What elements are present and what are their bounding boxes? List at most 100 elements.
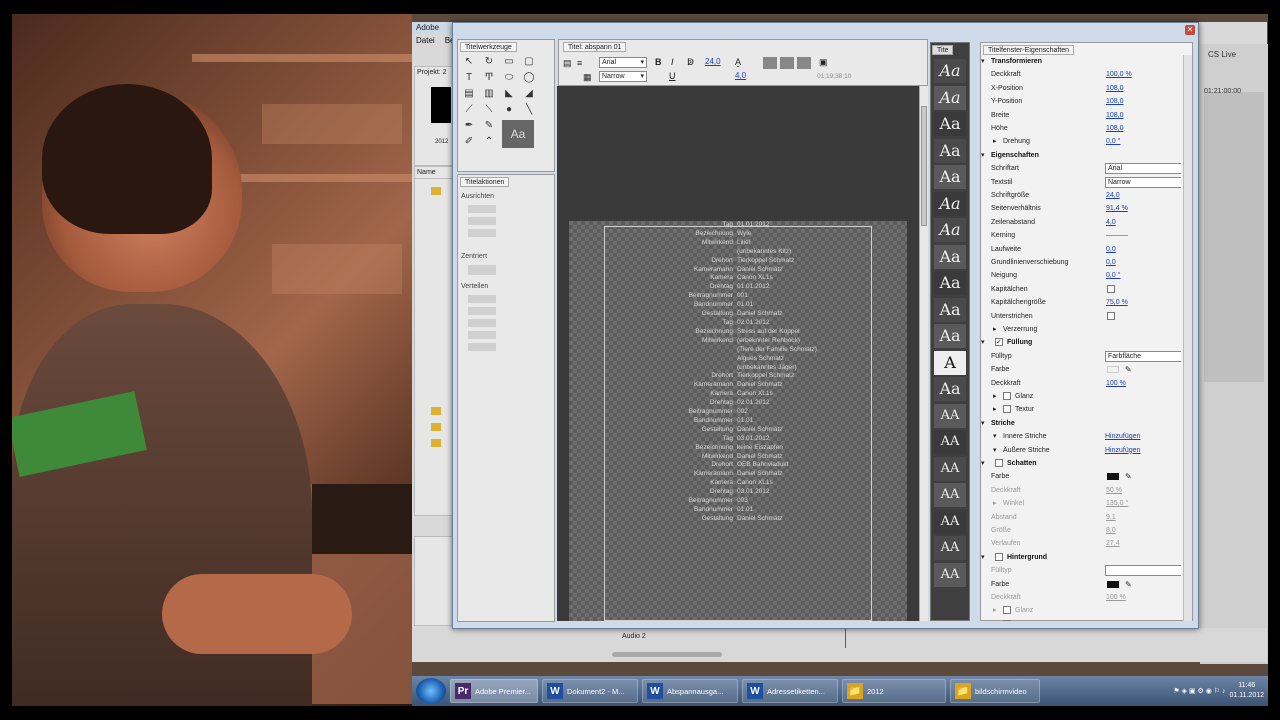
expand-triangle-icon[interactable]: ▸ [993,497,997,510]
expand-triangle-icon[interactable]: ▾ [993,430,997,443]
arc-tool-icon[interactable]: ◢ [522,88,536,100]
selection-tool-icon[interactable]: ↖ [462,56,476,68]
expand-triangle-icon[interactable]: ▾ [993,444,997,457]
property-value[interactable]: 8,0 [1106,524,1116,537]
pen-tool-icon[interactable]: ✒ [462,120,476,132]
vertical-path-type-icon[interactable]: ⟍ [482,104,496,116]
section-checkbox[interactable] [995,459,1003,467]
bold-icon[interactable]: B [655,57,662,67]
vertical-type-tool-icon[interactable]: Ͳ [482,72,496,84]
section-checkbox[interactable]: ✓ [995,338,1003,347]
credit-roll-text[interactable]: Tag 01.01.2012 Bezeichnung Wyle Mitwirkend Li… [569,221,907,524]
roll-crawl-icon[interactable]: ▤ [563,58,572,69]
expand-triangle-icon[interactable]: ▾ [981,457,985,470]
close-button[interactable]: ✕ [1185,25,1195,35]
line-tool-icon[interactable]: ╲ [522,104,536,116]
eyedropper-icon[interactable]: ✎ [1125,363,1132,376]
tab-title-tools[interactable]: Titelwerkzeuge [460,42,517,52]
clipped-rect-tool-icon[interactable]: ⬭ [502,72,516,84]
playhead[interactable] [845,628,846,648]
property-value[interactable]: 75,0 % [1106,296,1128,309]
clock[interactable]: 11:46 01.11.2012 [1229,681,1264,701]
folder-icon[interactable] [431,407,441,415]
style-swatch[interactable]: Aa [934,297,966,322]
style-swatch[interactable]: AA [934,456,966,481]
property-value[interactable]: 0,0 [1106,243,1116,256]
expand-triangle-icon[interactable]: ▸ [993,323,997,336]
property-value[interactable]: 9,1 [1106,511,1116,524]
canvas-scrollbar[interactable] [919,86,928,621]
tab-stops-icon[interactable]: ≡ [577,58,582,68]
property-checkbox[interactable] [1003,392,1011,400]
add-anchor-icon[interactable]: ✎ [482,120,496,132]
tab-title-properties[interactable]: Titelfenster-Eigenschaften [983,45,1075,55]
style-swatch[interactable]: Aa [934,85,966,110]
style-swatch[interactable]: AA [934,403,966,428]
property-value[interactable]: 100 % [1106,377,1126,390]
expand-triangle-icon[interactable]: ▾ [981,55,985,68]
ellipse-tool-icon[interactable]: ◯ [522,72,536,84]
property-value[interactable]: 91,4 % [1106,202,1128,215]
add-stroke-link[interactable]: Hinzufügen [1105,430,1140,443]
expand-triangle-icon[interactable]: ▾ [981,149,985,162]
center-buttons[interactable] [468,265,496,275]
taskbar-button[interactable]: Pr Adobe Premier... [450,679,538,703]
rotation-tool-icon[interactable]: ↻ [482,56,496,68]
style-swatch[interactable]: Aa [934,377,966,401]
style-swatch[interactable]: Aa [934,165,966,189]
style-swatch[interactable]: AA [934,483,966,507]
style-swatch[interactable]: Aa [934,112,966,136]
expand-triangle-icon[interactable]: ▸ [993,604,997,617]
rectangle-tool-icon[interactable]: ▭ [502,56,516,68]
rounded-rect-tool-icon[interactable]: ▢ [522,56,536,68]
style-swatch[interactable]: Aa [934,244,966,269]
expand-triangle-icon[interactable]: ▸ [993,403,997,416]
folder-icon[interactable] [431,187,441,195]
start-button-icon[interactable] [416,678,446,704]
property-checkbox[interactable] [1003,405,1011,414]
color-swatch[interactable] [1107,473,1119,481]
template-icon[interactable]: ▦ [583,72,592,83]
scrollbar-thumb[interactable] [921,106,927,226]
show-video-icon[interactable]: ▣ [819,57,828,68]
wedge-tool-icon[interactable]: ◣ [502,88,516,100]
folder-icon[interactable] [431,439,441,447]
property-value[interactable]: 108,0 [1106,95,1124,108]
style-swatch[interactable]: A [934,350,966,375]
expand-triangle-icon[interactable]: ▾ [981,336,985,349]
expand-triangle-icon[interactable]: ▾ [981,551,985,564]
font-size-value[interactable]: 24,0 [705,57,721,66]
distribute-buttons[interactable] [468,295,496,351]
section-checkbox[interactable] [995,552,1003,561]
kerning-value[interactable]: 4,0 [735,71,746,80]
align-buttons[interactable] [468,205,496,241]
property-value[interactable]: 100,0 % [1106,68,1132,81]
circle-tool-icon[interactable]: ● [502,104,516,116]
style-swatch[interactable]: Aa [934,191,966,216]
property-checkbox[interactable] [1003,619,1011,621]
property-checkbox[interactable] [1107,311,1115,320]
name-column-header[interactable]: Name [415,167,453,179]
add-stroke-link[interactable]: Hinzufügen [1105,444,1140,457]
taskbar-button[interactable]: W Adressetiketten... [742,679,838,703]
eyedropper-icon[interactable]: ✎ [1125,470,1132,483]
property-checkbox[interactable] [1107,284,1115,293]
taskbar-button[interactable]: W Abspannausga... [642,679,738,703]
taskbar-button[interactable]: 📁 bildschirmvideo [950,679,1040,703]
taskbar-button[interactable]: W Dokument2 - M... [542,679,638,703]
expand-triangle-icon[interactable]: ▸ [993,135,997,148]
folder-icon[interactable] [431,423,441,431]
style-swatch[interactable]: AA [934,536,966,560]
property-checkbox[interactable] [1003,606,1011,615]
property-value[interactable]: 27,4 [1106,537,1120,550]
property-select[interactable]: Arial [1105,163,1181,175]
expand-triangle-icon[interactable]: ▸ [993,390,997,403]
eyedropper-icon[interactable]: ✎ [1125,578,1132,591]
property-value[interactable]: 0,0 ° [1106,135,1120,148]
area-type-tool-icon[interactable]: ▤ [462,88,476,100]
style-swatch[interactable]: AA [934,562,966,587]
property-value[interactable]: 0,0 [1106,256,1116,269]
property-value[interactable]: 50 % [1106,484,1122,497]
property-value[interactable]: 4,0 [1106,216,1116,229]
property-value[interactable]: 100 % [1106,591,1126,604]
